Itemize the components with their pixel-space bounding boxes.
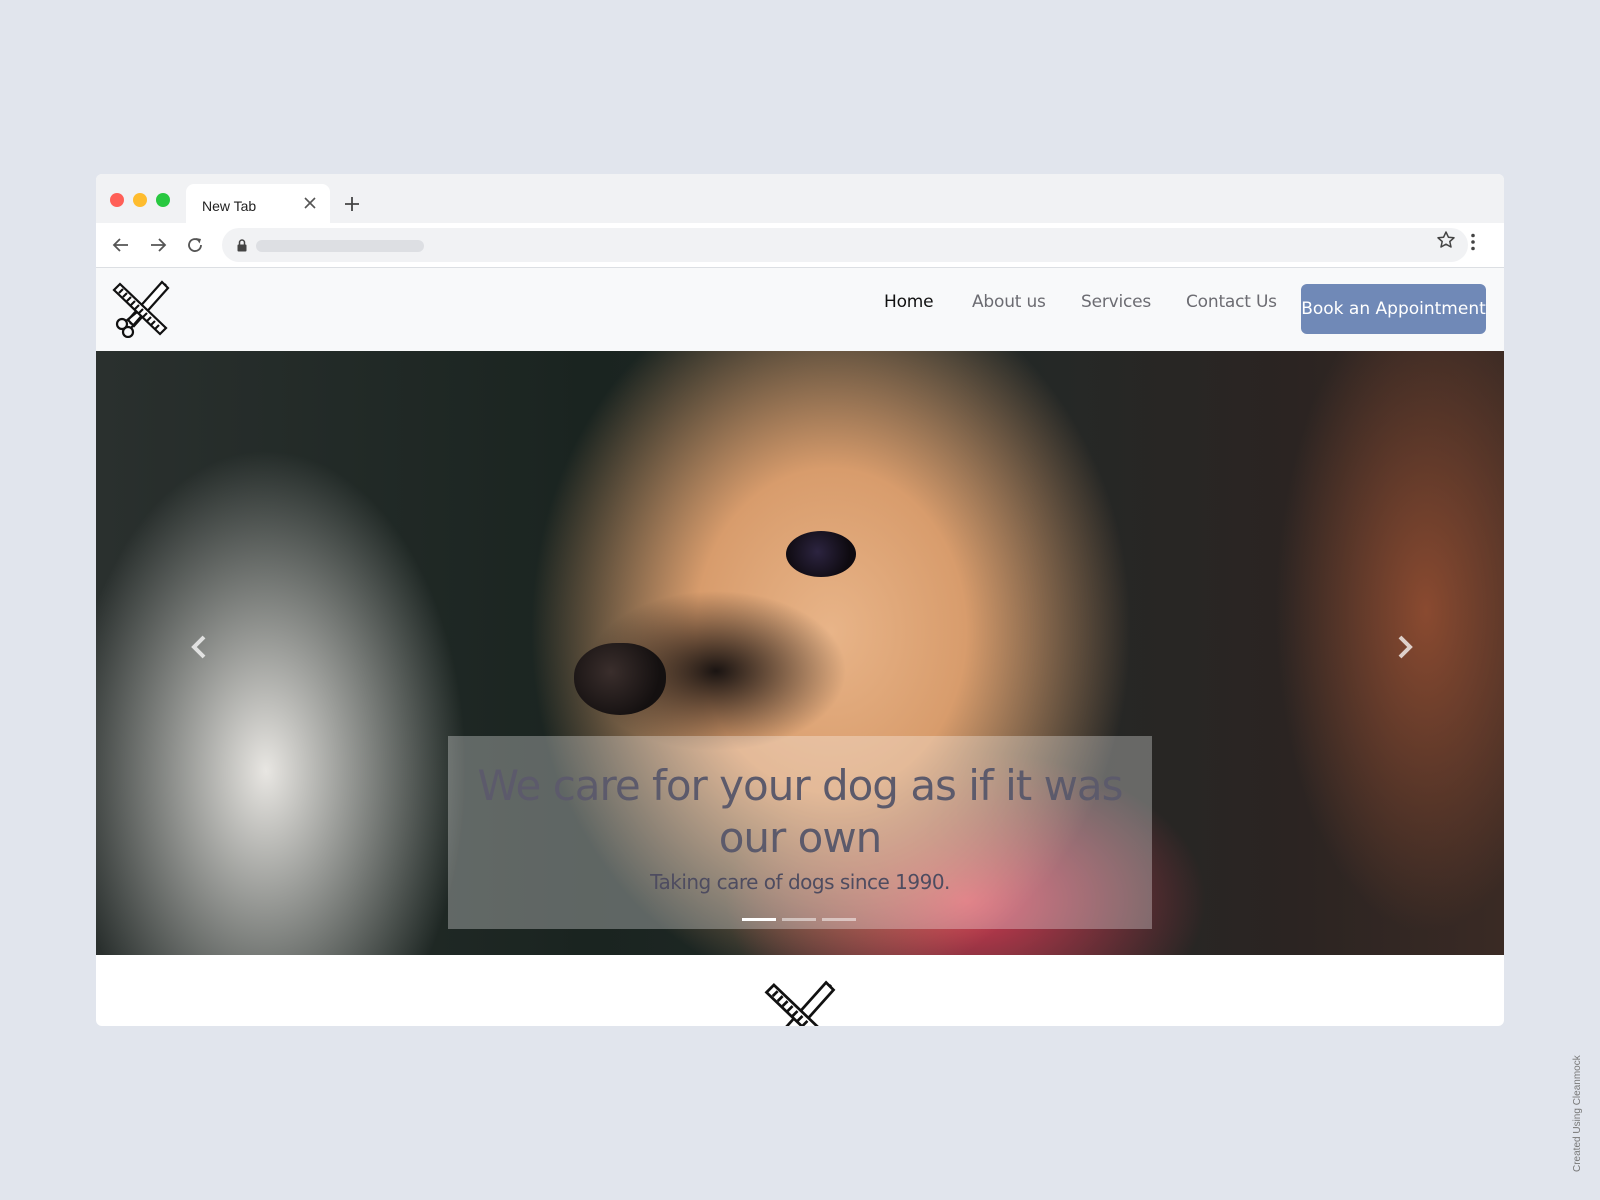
scissors-comb-icon (764, 980, 836, 1026)
carousel-indicator-2[interactable] (782, 918, 816, 921)
watermark-text: Created Using Cleanmock (1572, 1055, 1583, 1172)
forward-icon[interactable] (149, 236, 167, 254)
carousel-indicator-3[interactable] (822, 918, 856, 921)
browser-window: New Tab Home About us Services Contact U… (96, 174, 1504, 1026)
chevron-left-icon[interactable] (186, 633, 214, 661)
nav-home-link[interactable]: Home (884, 292, 934, 312)
browser-menu-icon[interactable] (1470, 233, 1476, 251)
new-tab-icon[interactable] (344, 196, 360, 212)
address-bar[interactable] (222, 228, 1468, 262)
browser-tab[interactable]: New Tab (186, 184, 330, 223)
hero-image-nose (574, 643, 666, 715)
bookmark-star-icon[interactable] (1436, 230, 1456, 250)
nav-about-link[interactable]: About us (972, 292, 1046, 312)
browser-toolbar (96, 223, 1504, 268)
hero-carousel: We care for your dog as if it was our ow… (96, 351, 1504, 955)
back-icon[interactable] (112, 236, 130, 254)
tab-strip: New Tab (96, 174, 1504, 223)
tab-title: New Tab (202, 198, 257, 214)
book-appointment-button[interactable]: Book an Appointment (1301, 284, 1486, 334)
close-window-button[interactable] (110, 193, 124, 207)
carousel-indicator-1[interactable] (742, 918, 776, 921)
nav-services-link[interactable]: Services (1081, 292, 1151, 312)
scissors-comb-icon[interactable] (112, 280, 170, 338)
carousel-indicators (742, 918, 862, 922)
site-navbar: Home About us Services Contact Us Book a… (96, 268, 1504, 351)
hero-subtitle: Taking care of dogs since 1990. (650, 870, 950, 894)
reload-icon[interactable] (186, 236, 204, 254)
maximize-window-button[interactable] (156, 193, 170, 207)
lock-icon (237, 239, 247, 252)
close-tab-icon[interactable] (304, 197, 316, 209)
url-text (256, 240, 424, 252)
chevron-right-icon[interactable] (1390, 633, 1418, 661)
hero-caption: We care for your dog as if it was our ow… (448, 736, 1152, 929)
hero-title: We care for your dog as if it was our ow… (477, 761, 1123, 862)
hero-image-eye (786, 531, 856, 577)
nav-contact-link[interactable]: Contact Us (1186, 292, 1277, 312)
minimize-window-button[interactable] (133, 193, 147, 207)
